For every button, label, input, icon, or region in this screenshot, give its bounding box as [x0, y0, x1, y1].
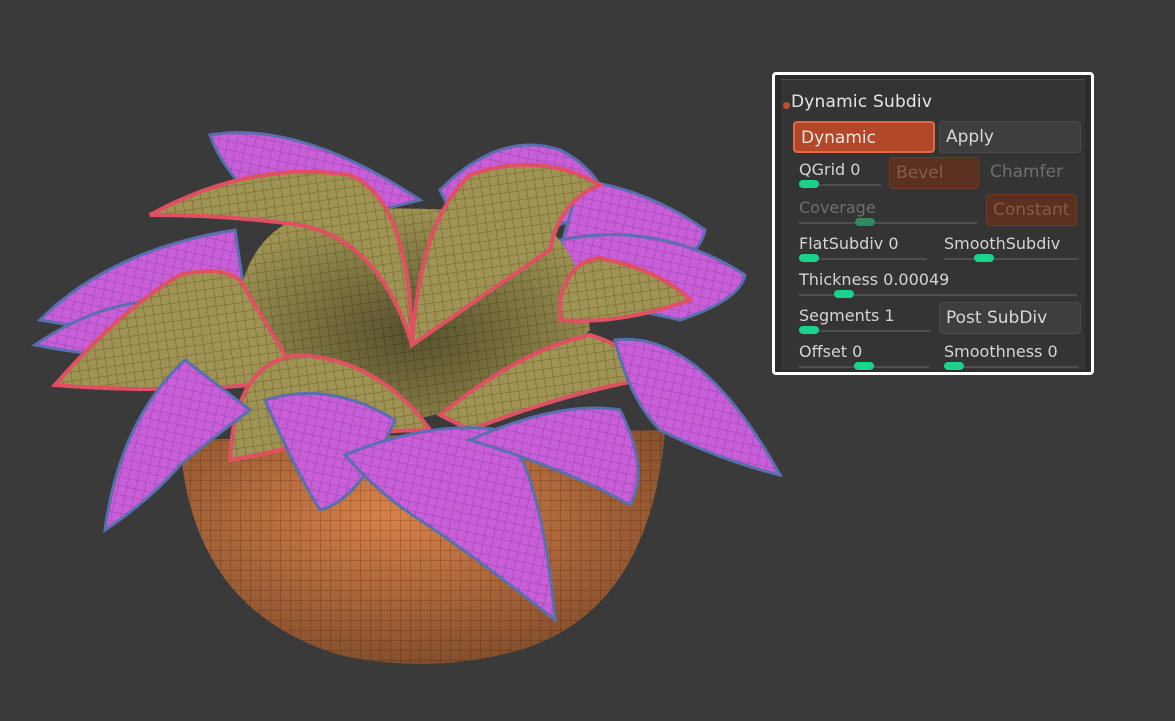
panel-title[interactable]: Dynamic Subdiv — [791, 92, 932, 112]
smoothness-track[interactable] — [944, 366, 1078, 368]
qgrid-label: QGrid 0 — [799, 160, 861, 179]
coverage-label: Coverage — [799, 198, 876, 217]
offset-knob[interactable] — [854, 362, 874, 370]
offset-label: Offset 0 — [799, 342, 863, 361]
dynamic-subdiv-panel: Dynamic Subdiv Dynamic Apply QGrid 0 Bev… — [781, 79, 1085, 370]
segments-knob[interactable] — [799, 326, 819, 334]
coverage-track[interactable] — [799, 222, 977, 224]
apply-button[interactable]: Apply — [939, 121, 1081, 153]
thickness-slider[interactable]: Thickness 0.00049 — [799, 270, 1077, 298]
smooth-subdiv-slider[interactable]: SmoothSubdiv — [944, 234, 1078, 262]
smoothness-label: Smoothness 0 — [944, 342, 1058, 361]
thickness-label: Thickness 0.00049 — [799, 270, 950, 289]
flat-subdiv-slider[interactable]: FlatSubdiv 0 — [799, 234, 927, 262]
qgrid-slider[interactable]: QGrid 0 — [799, 160, 881, 188]
flat-subdiv-knob[interactable] — [799, 254, 819, 262]
coverage-slider[interactable]: Coverage — [799, 198, 977, 226]
post-subdiv-button[interactable]: Post SubDiv — [939, 302, 1081, 334]
smooth-subdiv-track[interactable] — [944, 258, 1078, 260]
smooth-subdiv-label: SmoothSubdiv — [944, 234, 1061, 253]
segments-label: Segments 1 — [799, 306, 895, 325]
smoothness-slider[interactable]: Smoothness 0 — [944, 342, 1078, 370]
bevel-button[interactable]: Bevel — [889, 157, 979, 189]
offset-slider[interactable]: Offset 0 — [799, 342, 929, 370]
segments-slider[interactable]: Segments 1 — [799, 306, 931, 334]
coverage-knob[interactable] — [855, 218, 875, 226]
dynamic-button[interactable]: Dynamic — [793, 121, 935, 153]
smoothness-knob[interactable] — [944, 362, 964, 370]
flower-bowl-model — [31, 131, 783, 664]
constant-button[interactable]: Constant — [986, 194, 1077, 226]
smooth-subdiv-knob[interactable] — [974, 254, 994, 262]
thickness-knob[interactable] — [834, 290, 854, 298]
qgrid-knob[interactable] — [799, 180, 819, 188]
collapse-dot-icon[interactable] — [783, 102, 790, 109]
flat-subdiv-label: FlatSubdiv 0 — [799, 234, 899, 253]
dynamic-subdiv-panel-highlight: Dynamic Subdiv Dynamic Apply QGrid 0 Bev… — [772, 72, 1094, 375]
chamfer-button[interactable]: Chamfer — [984, 157, 1081, 189]
